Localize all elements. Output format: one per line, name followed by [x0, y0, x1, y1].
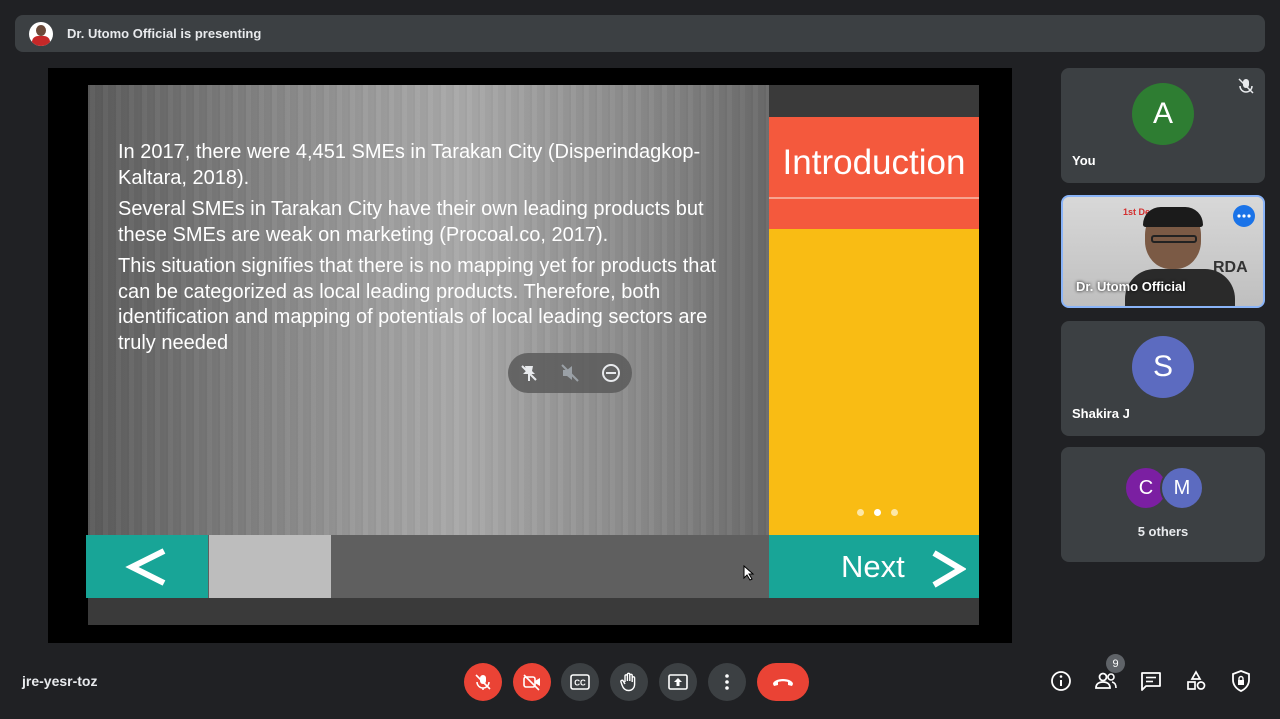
mic-off-icon	[475, 674, 491, 690]
meeting-details-button[interactable]	[1049, 669, 1073, 693]
shield-lock-icon	[1232, 670, 1250, 692]
pager-dot[interactable]	[857, 509, 864, 516]
presenting-banner: Dr. Utomo Official is presenting	[15, 15, 1265, 52]
participant-name: Shakira J	[1072, 406, 1130, 421]
participant-tile-shakira[interactable]: S Shakira J	[1061, 321, 1265, 436]
slide-nav-spacer	[209, 535, 331, 598]
more-horizontal-icon	[1237, 214, 1251, 218]
svg-text:CC: CC	[574, 679, 586, 688]
present-icon	[668, 674, 688, 690]
slide-paragraph-1: In 2017, there were 4,451 SMEs in Taraka…	[118, 141, 701, 189]
present-screen-button[interactable]	[659, 663, 697, 701]
others-count-label: 5 others	[1137, 524, 1189, 539]
slide-pager	[857, 509, 898, 516]
more-vertical-icon	[725, 674, 729, 690]
slide-paragraph-3: This situation signifies that there is n…	[118, 255, 717, 354]
info-icon	[1051, 671, 1071, 691]
unpin-icon[interactable]	[519, 363, 539, 383]
participant-tile-you[interactable]: A You	[1061, 68, 1265, 183]
presenter-avatar	[29, 21, 53, 46]
slide: In 2017, there were 4,451 SMEs in Taraka…	[86, 85, 979, 625]
slide-body: In 2017, there were 4,451 SMEs in Taraka…	[118, 140, 738, 362]
section-title: Introduction	[782, 143, 966, 182]
avatar: M	[1160, 466, 1204, 510]
avatar: A	[1132, 83, 1194, 145]
mic-toggle-button[interactable]	[464, 663, 502, 701]
pager-dot[interactable]	[891, 509, 898, 516]
presenting-text: Dr. Utomo Official is presenting	[67, 26, 262, 41]
participant-tile-presenter[interactable]: 1st De RDA Dr. Utomo Official	[1061, 195, 1265, 308]
camera-toggle-button[interactable]	[513, 663, 551, 701]
people-icon	[1095, 672, 1117, 689]
presenter-hair	[1143, 207, 1203, 227]
chat-button[interactable]	[1139, 669, 1163, 693]
participant-name: Dr. Utomo Official	[1076, 279, 1186, 294]
remove-icon[interactable]	[601, 363, 621, 383]
activities-button[interactable]	[1184, 669, 1208, 693]
camera-off-icon	[523, 674, 540, 691]
meeting-code: jre-yesr-toz	[22, 673, 98, 689]
prev-slide-button[interactable]	[86, 535, 208, 598]
more-options-button[interactable]	[1233, 205, 1255, 227]
chat-icon	[1141, 672, 1161, 691]
section-divider	[769, 197, 979, 199]
leave-call-button[interactable]	[757, 663, 809, 701]
participant-tile-others[interactable]: C M 5 others	[1061, 447, 1265, 562]
mouse-cursor-icon	[743, 565, 755, 581]
next-label[interactable]: Next	[841, 549, 905, 585]
avatar: S	[1132, 336, 1194, 398]
people-count-badge: 9	[1106, 654, 1125, 673]
captions-button[interactable]: CC	[561, 663, 599, 701]
hang-up-icon	[773, 679, 793, 686]
chevron-left-icon	[125, 547, 166, 586]
participant-name: You	[1072, 153, 1096, 168]
presenter-glasses	[1151, 235, 1197, 243]
closed-captions-icon: CC	[570, 674, 590, 690]
chevron-right-icon[interactable]	[930, 550, 966, 588]
raise-hand-button[interactable]	[610, 663, 648, 701]
slide-paragraph-2: Several SMEs in Tarakan City have their …	[118, 198, 704, 246]
mic-off-icon	[1238, 78, 1254, 94]
mute-audio-icon[interactable]	[560, 363, 580, 383]
more-options-button[interactable]	[708, 663, 746, 701]
presentation-stage: In 2017, there were 4,451 SMEs in Taraka…	[48, 68, 1012, 643]
activities-icon	[1187, 670, 1206, 690]
hand-icon	[620, 672, 636, 692]
pager-dot-active[interactable]	[874, 509, 881, 516]
tile-overlay-controls	[508, 353, 632, 393]
host-controls-button[interactable]	[1229, 669, 1253, 693]
